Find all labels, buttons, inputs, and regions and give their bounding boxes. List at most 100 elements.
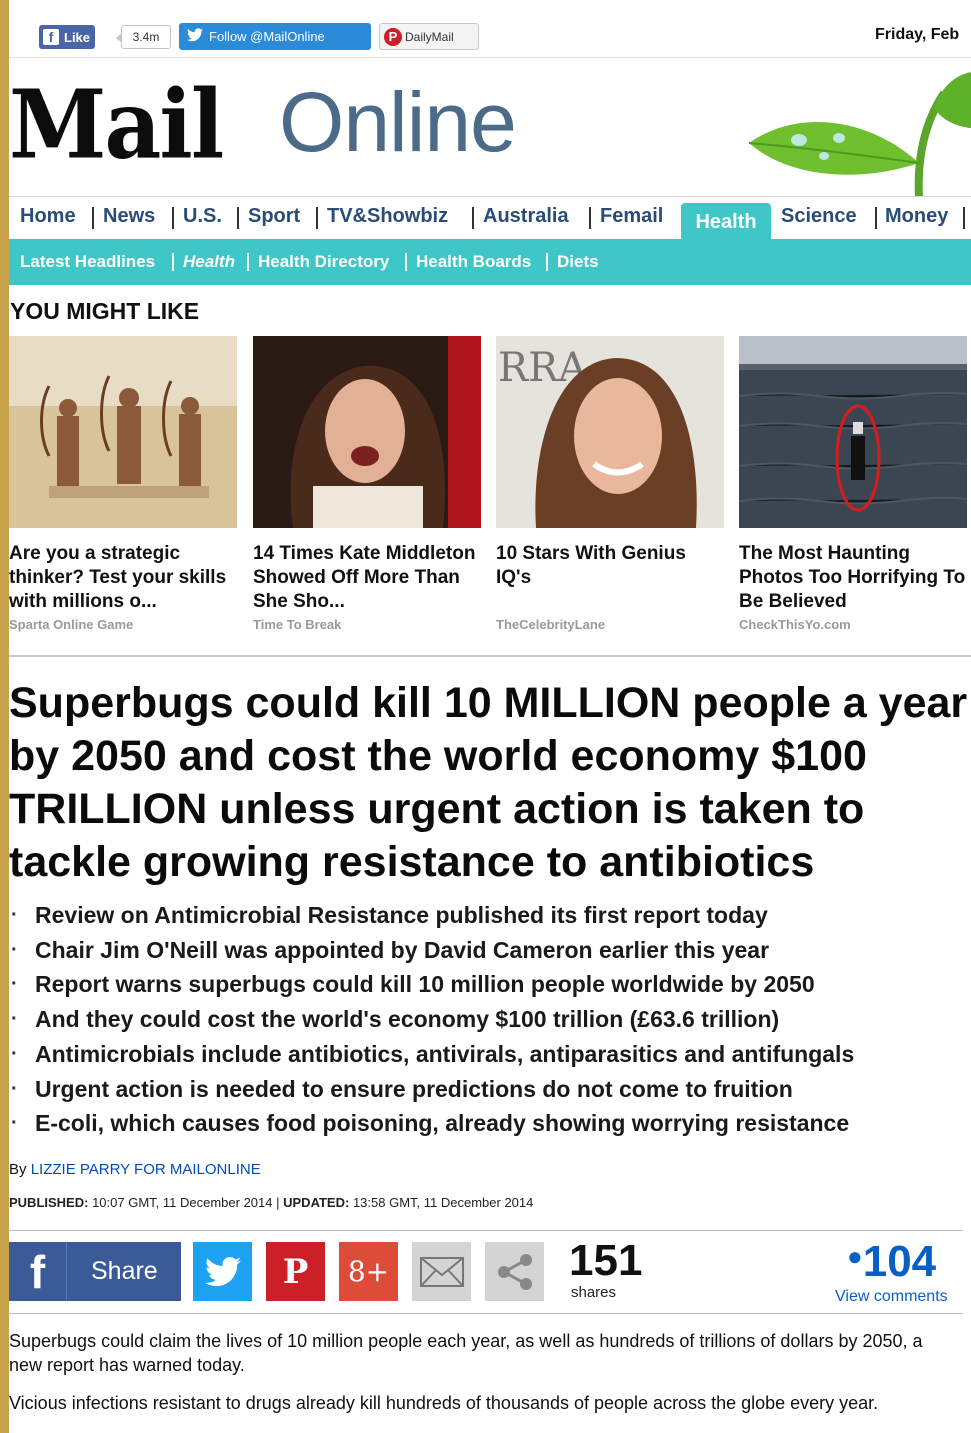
author-link[interactable]: LIZZIE PARRY FOR MAILONLINE	[31, 1161, 261, 1178]
publish-info: PUBLISHED: 10:07 GMT, 11 December 2014 |…	[9, 1195, 533, 1210]
subnav-latest-headlines[interactable]: Latest Headlines	[20, 252, 155, 272]
nav-separator	[92, 207, 94, 229]
promo-source: Sparta Online Game	[9, 617, 134, 632]
article-paragraph: Superbugs could claim the lives of 10 mi…	[9, 1331, 923, 1375]
nav-item-tvshowbiz[interactable]: TV&Showbiz	[327, 205, 448, 228]
logo-mail[interactable]: Mail	[9, 68, 224, 180]
nav-item-home[interactable]: Home	[20, 205, 76, 228]
share-icon	[497, 1253, 532, 1290]
main-nav: Home News U.S. Sport TV&Showbiz Australi…	[9, 196, 971, 241]
you-might-like-heading: YOU MIGHT LIKE	[10, 298, 200, 324]
date-text: Friday, Feb	[875, 26, 960, 43]
comments-count[interactable]: ●104	[847, 1237, 936, 1287]
summary-bullet: Review on Antimicrobial Resistance publi…	[9, 898, 971, 933]
googleplus-share-button[interactable]: 8+	[339, 1242, 398, 1301]
subnav-health-directory[interactable]: Health Directory	[258, 252, 389, 272]
email-icon	[419, 1256, 464, 1287]
nav-item-science[interactable]: Science	[781, 205, 857, 228]
share-divider-bottom	[9, 1313, 963, 1314]
promo-title[interactable]: The Most Haunting Photos Too Horrifying …	[739, 542, 969, 614]
nav-separator	[172, 207, 174, 229]
promo-image-spartans[interactable]	[9, 336, 237, 528]
share-count: 151	[569, 1236, 643, 1285]
subnav-health[interactable]: Health	[183, 252, 235, 272]
summary-bullet: And they could cost the world's economy …	[9, 1002, 971, 1037]
twitter-bird-icon	[187, 28, 203, 45]
promo-image-haunting[interactable]	[738, 336, 968, 528]
pinterest-icon: P	[384, 27, 402, 46]
facebook-share-button[interactable]: f Share	[9, 1242, 181, 1301]
share-divider-top	[9, 1230, 963, 1231]
promo-image-star[interactable]: RRA	[496, 336, 724, 528]
pinterest-label: DailyMail	[405, 29, 454, 44]
byline: By LIZZIE PARRY FOR MAILONLINE	[9, 1161, 261, 1178]
shares-label: shares	[571, 1284, 617, 1301]
email-share-button[interactable]	[412, 1242, 471, 1301]
comment-bubble-icon: ●	[847, 1241, 863, 1271]
subnav-separator	[546, 253, 548, 271]
byline-prefix: By	[9, 1161, 27, 1178]
pinterest-follow-button[interactable]: P DailyMail	[379, 23, 479, 50]
facebook-like-button[interactable]: f Like	[39, 25, 95, 49]
googleplus-icon: 8+	[347, 1255, 390, 1288]
subnav-separator	[405, 253, 407, 271]
promo-source: CheckThisYo.com	[739, 617, 851, 632]
nav-separator	[963, 207, 965, 229]
promo-card[interactable]: 14 Times Kate Middleton Showed Off More …	[253, 336, 483, 632]
summary-bullet: Antimicrobials include antibiotics, anti…	[9, 1037, 971, 1072]
facebook-icon: f	[9, 1242, 67, 1301]
summary-bullet: Report warns superbugs could kill 10 mil…	[9, 967, 971, 1002]
twitter-follow-label: Follow @MailOnline	[209, 29, 325, 44]
nav-item-money[interactable]: Money	[885, 205, 948, 228]
promo-card[interactable]: RRA 10 Stars With Genius IQ's TheCelebri…	[496, 336, 726, 632]
nav-separator	[472, 207, 474, 229]
subnav-diets[interactable]: Diets	[557, 252, 599, 272]
nav-item-sport[interactable]: Sport	[248, 205, 300, 228]
nav-item-australia[interactable]: Australia	[483, 205, 569, 228]
article-paragraph: Vicious infections resistant to drugs al…	[9, 1393, 879, 1413]
logo-online[interactable]: Online	[279, 74, 517, 171]
updated-label: UPDATED:	[283, 1195, 350, 1210]
nav-item-femail[interactable]: Femail	[600, 205, 663, 228]
facebook-like-count: 3.4m	[116, 25, 171, 49]
subnav-health-boards[interactable]: Health Boards	[416, 252, 531, 272]
nav-item-health[interactable]: Health	[681, 203, 771, 241]
twitter-icon	[204, 1256, 241, 1286]
facebook-like-label: Like	[64, 29, 91, 45]
published-label: PUBLISHED:	[9, 1195, 89, 1210]
comments-count-value: 104	[862, 1237, 937, 1286]
promo-source: TheCelebrityLane	[496, 617, 606, 632]
facebook-icon: f	[43, 29, 59, 45]
published-time: 10:07 GMT, 11 December 2014	[92, 1195, 273, 1210]
nav-separator	[316, 207, 318, 229]
promo-image-kate[interactable]	[253, 336, 481, 528]
promo-title[interactable]: 14 Times Kate Middleton Showed Off More …	[253, 542, 483, 614]
health-subnav: Latest Headlines Health Health Directory…	[9, 239, 971, 285]
health-sprout-illustration	[748, 72, 971, 198]
view-comments-link[interactable]: View comments	[835, 1288, 948, 1306]
more-share-button[interactable]	[485, 1242, 544, 1301]
summary-bullet: Chair Jim O'Neill was appointed by David…	[9, 933, 971, 968]
promo-source: Time To Break	[253, 617, 342, 632]
nav-separator	[875, 207, 877, 229]
promo-card[interactable]: Are you a strategic thinker? Test your s…	[9, 336, 239, 632]
promo-card[interactable]: The Most Haunting Photos Too Horrifying …	[738, 336, 969, 632]
twitter-follow-button[interactable]: Follow @MailOnline	[179, 23, 371, 50]
nav-item-us[interactable]: U.S.	[183, 205, 222, 228]
masthead: Mail Online	[9, 58, 971, 198]
section-divider	[9, 655, 971, 657]
share-label: Share	[91, 1257, 158, 1285]
nav-separator	[589, 207, 591, 229]
social-bar: f Like 3.4m Follow @MailOnline P DailyMa…	[9, 0, 971, 58]
promo-title[interactable]: 10 Stars With Genius IQ's	[496, 542, 726, 614]
promo-title[interactable]: Are you a strategic thinker? Test your s…	[9, 542, 239, 614]
article-summary-bullets: Review on Antimicrobial Resistance publi…	[9, 898, 971, 1141]
pinterest-share-button[interactable]: P	[266, 1242, 325, 1301]
article-headline: Superbugs could kill 10 MILLION people a…	[9, 679, 968, 886]
twitter-share-button[interactable]	[193, 1242, 252, 1301]
subnav-separator	[172, 253, 174, 271]
updated-time: 13:58 GMT, 11 December 2014	[352, 1195, 534, 1210]
pinterest-icon: P	[282, 1251, 309, 1292]
nav-separator	[237, 207, 239, 229]
nav-item-news[interactable]: News	[103, 205, 155, 228]
